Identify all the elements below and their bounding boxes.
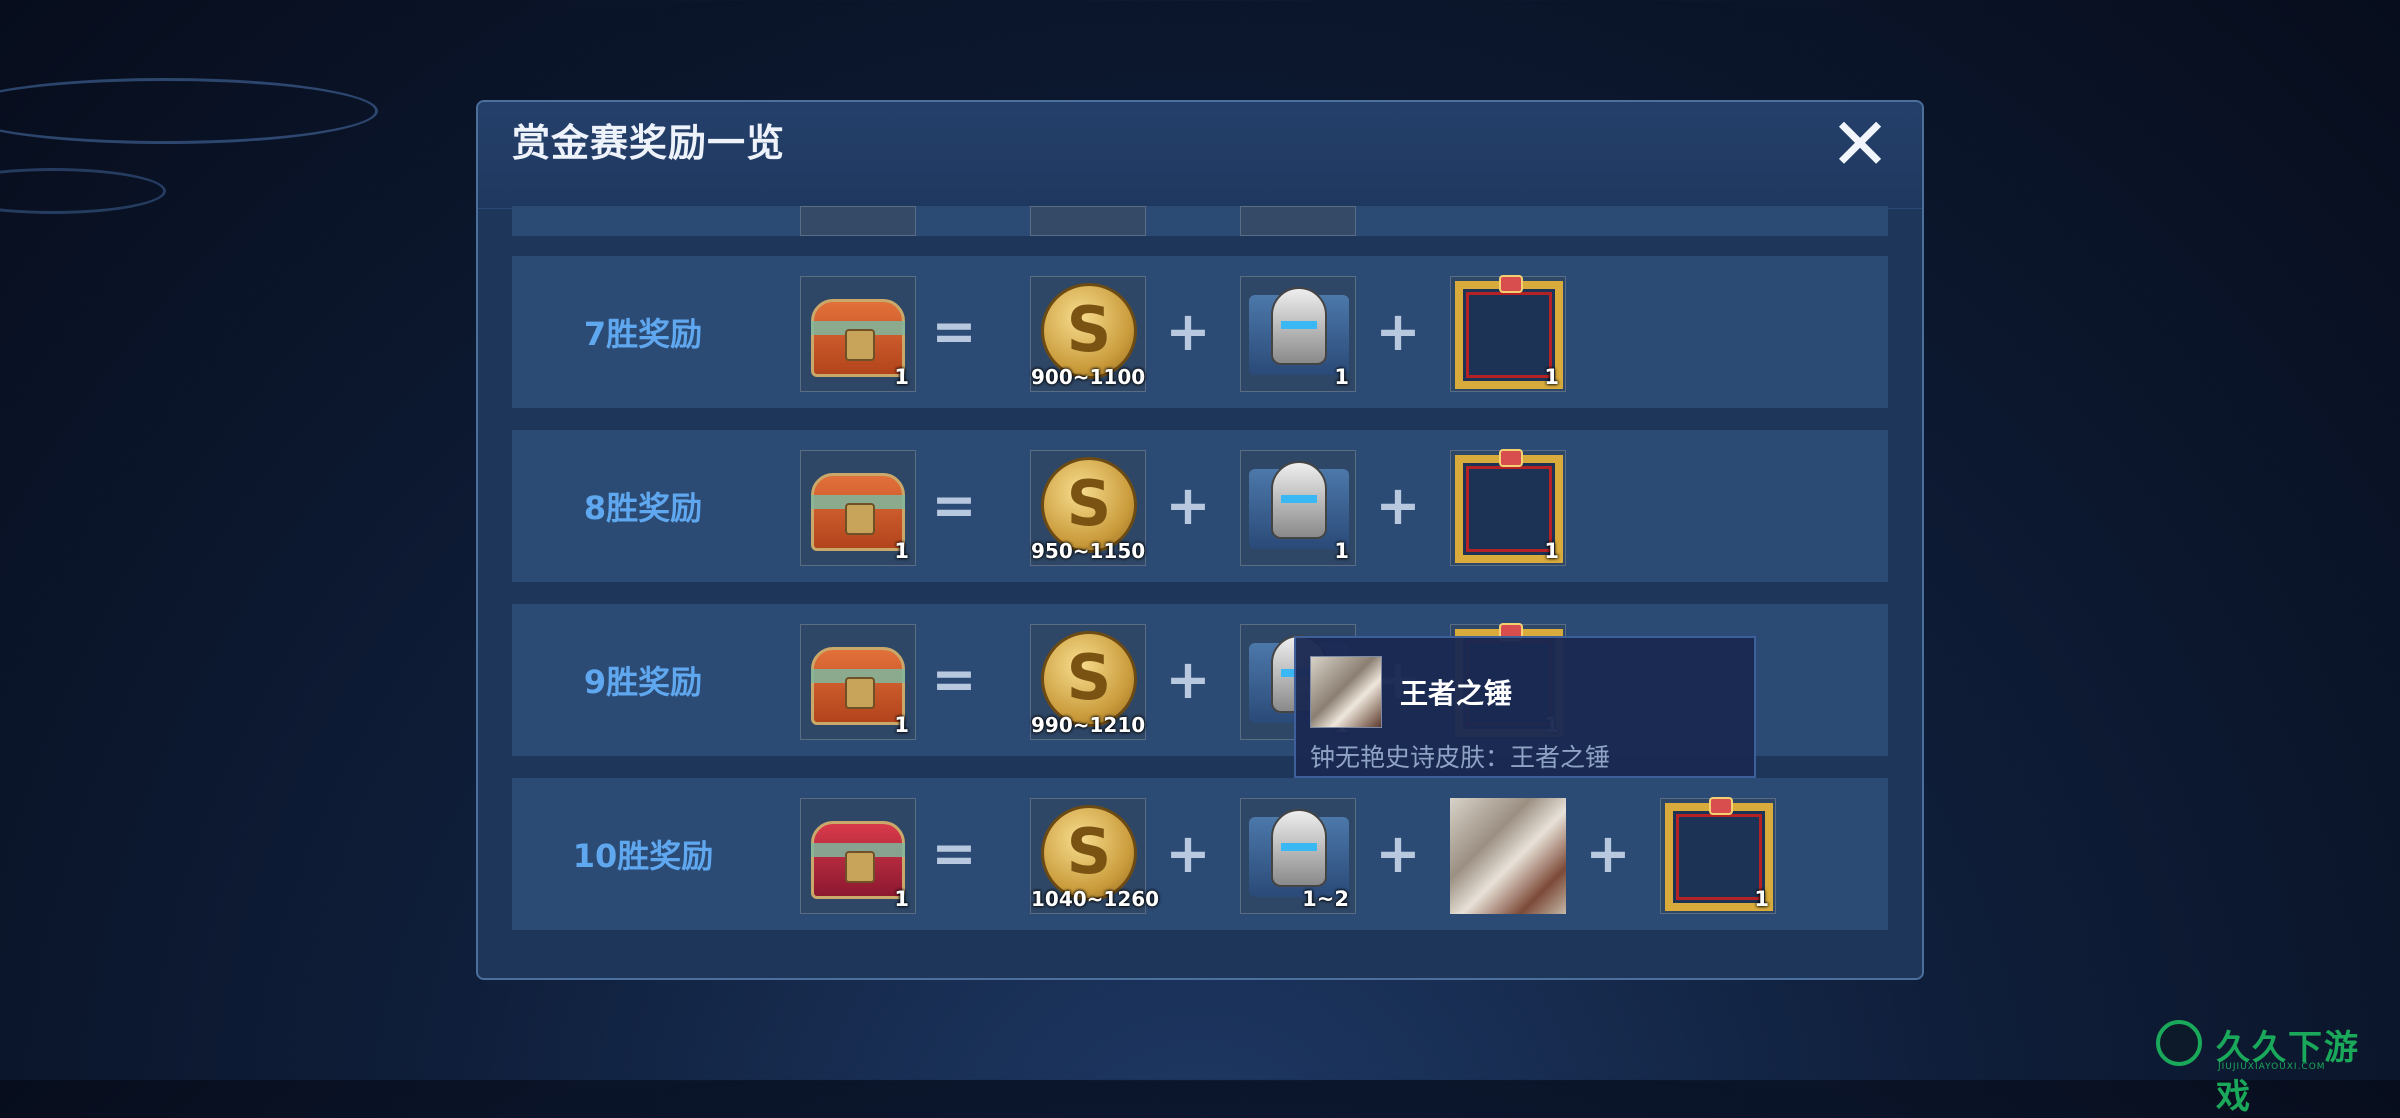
tooltip-name: 王者之锤	[1400, 677, 1513, 710]
helmet-qty: 1	[1334, 365, 1349, 389]
partial-row	[512, 206, 1888, 236]
coin-range: 950~1150	[1031, 539, 1146, 563]
coin-icon[interactable]: S 990~1210	[1030, 624, 1146, 740]
helmet-qty: 1~2	[1302, 887, 1349, 911]
equals-sign: =	[931, 300, 977, 363]
skin-thumbnail	[1310, 656, 1382, 728]
equals-sign: =	[931, 648, 977, 711]
chest-icon[interactable]: 1	[800, 276, 916, 392]
tooltip-description: 钟无艳史诗皮肤：王者之锤	[1310, 743, 1611, 772]
reward-row-7: 7胜奖励 1 = S 900~1100 + 1 + 1	[512, 256, 1888, 408]
coin-range: 900~1100	[1031, 365, 1146, 389]
row-label: 9胜奖励	[583, 663, 703, 701]
chest-qty: 1	[894, 887, 909, 911]
chest-icon[interactable]: 1	[800, 798, 916, 914]
skin-icon[interactable]	[1450, 798, 1566, 914]
coin-range: 1040~1260	[1031, 887, 1160, 911]
coin-icon[interactable]: S 900~1100	[1030, 276, 1146, 392]
plus-sign: +	[1585, 822, 1631, 885]
decor-swirl-small	[0, 168, 166, 214]
equals-sign: =	[931, 822, 977, 885]
chest-qty: 1	[894, 365, 909, 389]
coin-icon[interactable]: S 1040~1260	[1030, 798, 1160, 914]
row-label: 8胜奖励	[583, 489, 703, 527]
decor-swirl	[0, 78, 378, 144]
plus-sign: +	[1165, 300, 1211, 363]
chest-icon	[800, 206, 916, 236]
plus-sign: +	[1165, 648, 1211, 711]
row-label: 7胜奖励	[583, 315, 703, 353]
watermark: 久久下游戏 JIUJIUXIAYOUXI.COM	[2156, 1020, 2386, 1117]
reward-row-10: 10胜奖励 1 = S 1040~1260 + 1~2 + + 1	[512, 778, 1888, 930]
coin-range: 990~1210	[1031, 713, 1146, 737]
frame-qty: 1	[1754, 887, 1769, 911]
coin-icon	[1030, 206, 1146, 236]
helmet-icon[interactable]: 1~2	[1240, 798, 1356, 914]
plus-sign: +	[1375, 474, 1421, 537]
helmet-icon[interactable]: 1	[1240, 450, 1356, 566]
helmet-qty: 1	[1334, 539, 1349, 563]
plus-sign: +	[1375, 300, 1421, 363]
frame-qty: 1	[1544, 365, 1559, 389]
frame-icon[interactable]: 1	[1450, 449, 1566, 566]
chest-qty: 1	[894, 713, 909, 737]
frame-icon[interactable]: 1	[1450, 275, 1566, 392]
chest-qty: 1	[894, 539, 909, 563]
dialog-title: 赏金赛奖励一览	[512, 121, 786, 165]
coin-icon[interactable]: S 950~1150	[1030, 450, 1146, 566]
plus-sign: +	[1375, 822, 1421, 885]
chest-icon[interactable]: 1	[800, 624, 916, 740]
helmet-icon	[1240, 206, 1356, 236]
plus-sign: +	[1165, 822, 1211, 885]
item-tooltip: 王者之锤 钟无艳史诗皮肤：王者之锤	[1294, 636, 1756, 778]
equals-sign: =	[931, 474, 977, 537]
watermark-sub: JIUJIUXIAYOUXI.COM	[2218, 1062, 2326, 1072]
plus-sign: +	[1165, 474, 1211, 537]
frame-qty: 1	[1544, 539, 1559, 563]
close-icon[interactable]: ✕	[1828, 108, 1892, 180]
watermark-logo-icon	[2156, 1020, 2202, 1066]
reward-row-8: 8胜奖励 1 = S 950~1150 + 1 + 1	[512, 430, 1888, 582]
helmet-icon[interactable]: 1	[1240, 276, 1356, 392]
row-label: 10胜奖励	[572, 837, 714, 875]
chest-icon[interactable]: 1	[800, 450, 916, 566]
frame-icon[interactable]: 1	[1660, 797, 1776, 914]
